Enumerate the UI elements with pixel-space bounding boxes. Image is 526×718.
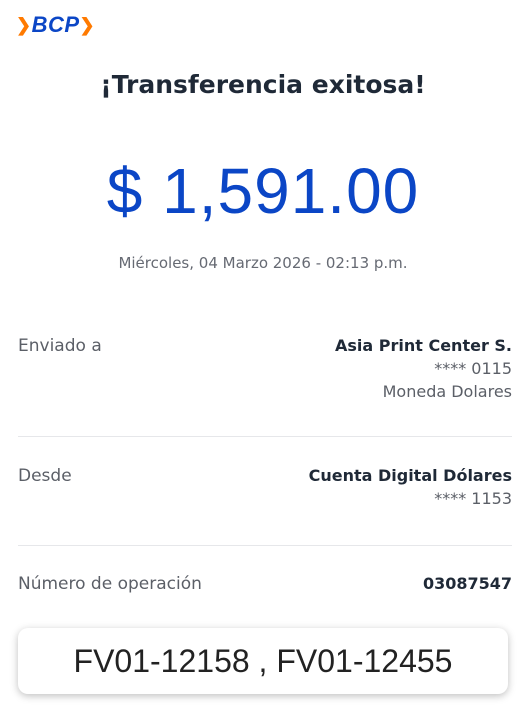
source-account-name: Cuenta Digital Dólares: [308, 466, 512, 485]
success-title: ¡Transferencia exitosa!: [100, 70, 426, 99]
divider: [18, 545, 512, 546]
bcp-logo: ❯ BCP ❯: [16, 12, 95, 38]
detail-row-sent-to: Enviado a Asia Print Center S. **** 0115…: [18, 336, 512, 401]
detail-row-from: Desde Cuenta Digital Dólares **** 1153: [18, 466, 512, 508]
detail-label: Número de operación: [18, 574, 202, 594]
transfer-date: Miércoles, 04 Marzo 2026 - 02:13 p.m.: [118, 254, 408, 272]
invoice-note-overlay: FV01-12158 , FV01-12455: [18, 628, 508, 694]
recipient-currency: Moneda Dolares: [382, 382, 512, 401]
detail-values: Asia Print Center S. **** 0115 Moneda Do…: [335, 336, 512, 401]
chevron-right-icon: ❯: [79, 14, 96, 35]
detail-label: Desde: [18, 466, 72, 486]
transfer-amount: $ 1,591.00: [106, 155, 420, 227]
detail-values: Cuenta Digital Dólares **** 1153: [309, 466, 512, 508]
detail-label: Enviado a: [18, 336, 102, 356]
detail-values: 03087547: [423, 574, 512, 593]
recipient-account: **** 0115: [434, 359, 512, 378]
divider: [18, 436, 512, 437]
recipient-name: Asia Print Center S.: [334, 336, 512, 355]
chevron-right-icon: ❯: [16, 14, 32, 35]
detail-row-operation: Número de operación 03087547: [18, 574, 512, 594]
brand-name: BCP: [31, 12, 80, 37]
source-account-number: **** 1153: [434, 489, 512, 508]
operation-number: 03087547: [422, 574, 512, 593]
